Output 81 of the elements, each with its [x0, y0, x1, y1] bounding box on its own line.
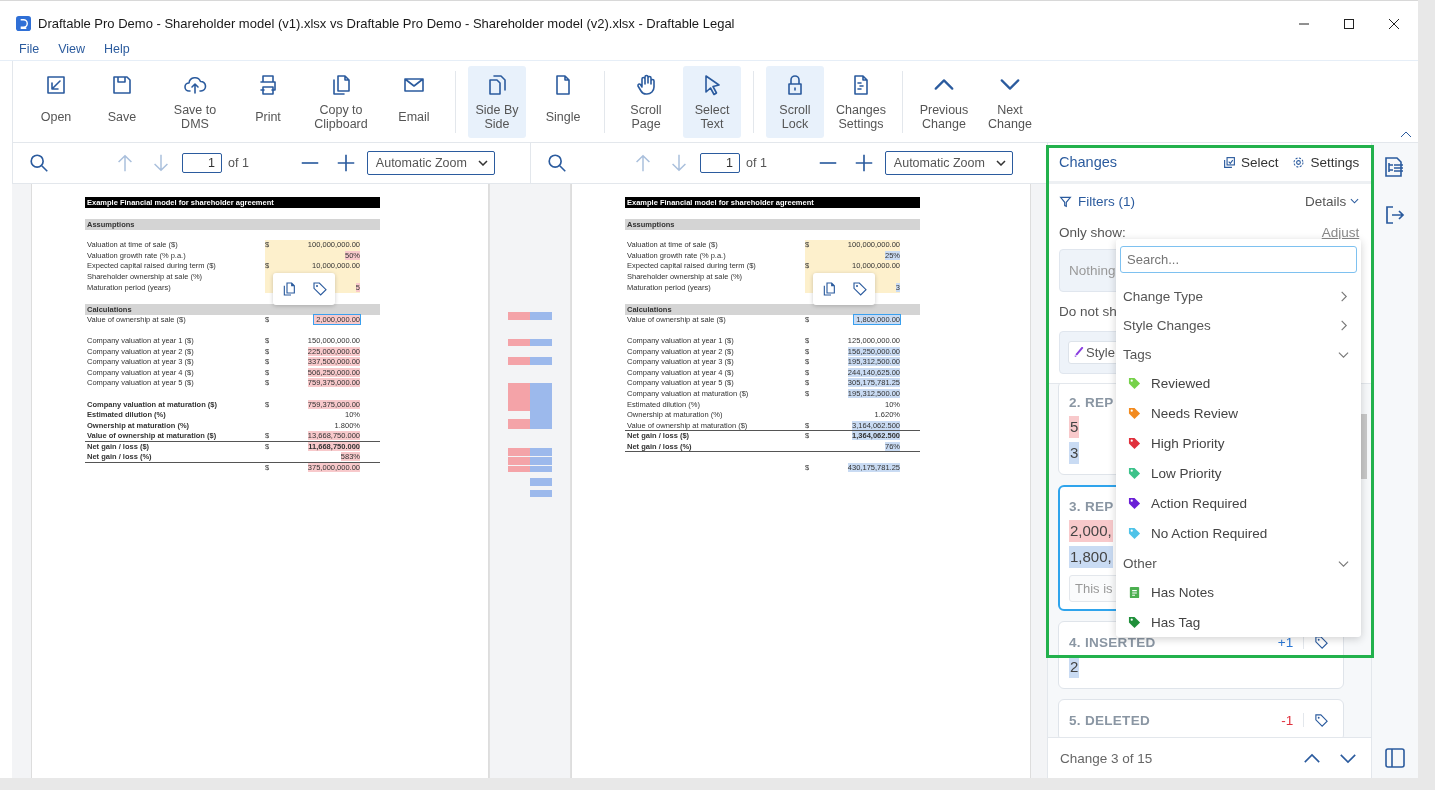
filter-option[interactable]: Has Notes	[1120, 577, 1357, 608]
chevron-icon	[1338, 320, 1349, 332]
change-title: 4. INSERTED	[1069, 634, 1156, 650]
page-count: of 1	[228, 156, 249, 170]
toolbar-button[interactable]: Open	[27, 65, 85, 138]
chevron-icon	[1338, 349, 1349, 361]
caret-icon	[995, 160, 1006, 166]
window-title: Draftable Pro Demo - Shareholder model (v1).xlsx vs Draftable Pro Demo - Shareholder model (v2).xlsx - Draftable Legal	[38, 16, 735, 31]
filter-option[interactable]: Needs Review	[1120, 398, 1357, 429]
close-icon[interactable]	[1388, 17, 1400, 30]
change-title: 5. DELETED	[1069, 712, 1150, 728]
inserted-text: 1,800,	[1069, 546, 1113, 568]
page-field[interactable]: 1	[182, 153, 222, 173]
change-title: 3. REP	[1069, 498, 1114, 514]
zoom-dropdown[interactable]: Automatic Zoom	[366, 151, 495, 175]
app-logo-icon	[16, 16, 31, 31]
toolbar-button[interactable]: Scroll Page	[617, 65, 675, 138]
funnel-icon	[1059, 194, 1072, 208]
inserted-text: 3	[1069, 442, 1080, 464]
settings-icon	[1292, 155, 1306, 169]
search-icon[interactable]	[546, 152, 568, 174]
toolbar-button[interactable]: Email	[385, 65, 443, 138]
filter-option[interactable]: High Priority	[1120, 428, 1357, 459]
filters-toggle[interactable]: Filters (1)	[1059, 193, 1135, 209]
chevron-up-icon[interactable]	[1303, 752, 1322, 764]
filter-option[interactable]: Low Priority	[1120, 458, 1357, 489]
toolbar-button[interactable]: Single	[534, 65, 592, 138]
toolbar-button[interactable]: Changes Settings	[832, 65, 890, 138]
page-count: of 1	[746, 156, 767, 170]
zoom-dropdown[interactable]: Automatic Zoom	[884, 151, 1013, 175]
toolbar-button[interactable]: Scroll Lock	[766, 65, 824, 138]
maximize-icon[interactable]	[1343, 17, 1355, 30]
filter-group[interactable]: Style Changes	[1120, 310, 1357, 340]
page-field[interactable]: 1	[700, 153, 740, 173]
sidebar-panel-icon[interactable]	[1383, 746, 1408, 770]
inserted-text: 2	[1069, 656, 1080, 678]
toolbar-button[interactable]: Next Change	[981, 65, 1039, 138]
search-icon[interactable]	[28, 152, 50, 174]
change-count: +1	[1277, 634, 1294, 650]
search-field[interactable]: Search...	[1120, 246, 1357, 273]
menu-item[interactable]: File	[19, 42, 40, 56]
toolbar-button[interactable]: Save to DMS	[159, 65, 231, 138]
toolbar-button[interactable]: Print	[239, 65, 297, 138]
change-title: 2. REP	[1069, 394, 1114, 410]
tag-icon[interactable]	[1314, 712, 1330, 728]
chevron-down-icon	[1000, 78, 1020, 90]
change-counter: Change 3 of 15	[1060, 750, 1153, 766]
collapse-icon[interactable]	[1400, 130, 1412, 138]
panel-title: Changes	[1059, 154, 1118, 170]
filter-option[interactable]: Action Required	[1120, 488, 1357, 519]
menu-item[interactable]: Help	[104, 42, 130, 56]
filter-group[interactable]: Other	[1120, 548, 1357, 578]
change-count: -1	[1281, 712, 1294, 728]
brush-icon	[1073, 347, 1084, 358]
details-button[interactable]: Details	[1305, 193, 1360, 209]
toolbar-button[interactable]: Copy to Clipboard	[305, 65, 377, 138]
toolbar-button[interactable]: Previous Change	[915, 65, 973, 138]
select-button[interactable]: Select	[1222, 154, 1279, 170]
deleted-text: 2,000,	[1069, 520, 1113, 542]
chevron-up-icon	[934, 78, 954, 90]
toolbar-button[interactable]: Select Text	[683, 65, 741, 138]
deleted-text: 5	[1069, 416, 1080, 438]
do-not-show-label: Do not sh	[1059, 304, 1117, 319]
adjust-link[interactable]: Adjust	[1321, 224, 1360, 240]
select-icon	[1222, 155, 1236, 169]
chevron-down-icon	[1350, 198, 1360, 204]
only-show-label: Only show:	[1059, 224, 1126, 240]
menu-item[interactable]: View	[58, 42, 86, 56]
hand-icon	[634, 72, 658, 97]
toolbar-button[interactable]: Save	[93, 65, 151, 138]
tag-icon[interactable]	[311, 281, 328, 297]
tag-icon[interactable]	[851, 281, 868, 297]
toolbar-button[interactable]: Side By Side	[468, 65, 526, 138]
chevron-icon	[1338, 291, 1349, 303]
filter-option[interactable]: No Action Required	[1120, 518, 1357, 549]
settings-button[interactable]: Settings	[1292, 154, 1360, 170]
caret-icon	[477, 160, 488, 166]
tag-icon[interactable]	[1314, 634, 1330, 650]
chevron-down-icon[interactable]	[1339, 752, 1358, 764]
filter-option[interactable]: Reviewed	[1120, 368, 1357, 399]
change-card[interactable]: 5. DELETED -1	[1058, 699, 1345, 737]
